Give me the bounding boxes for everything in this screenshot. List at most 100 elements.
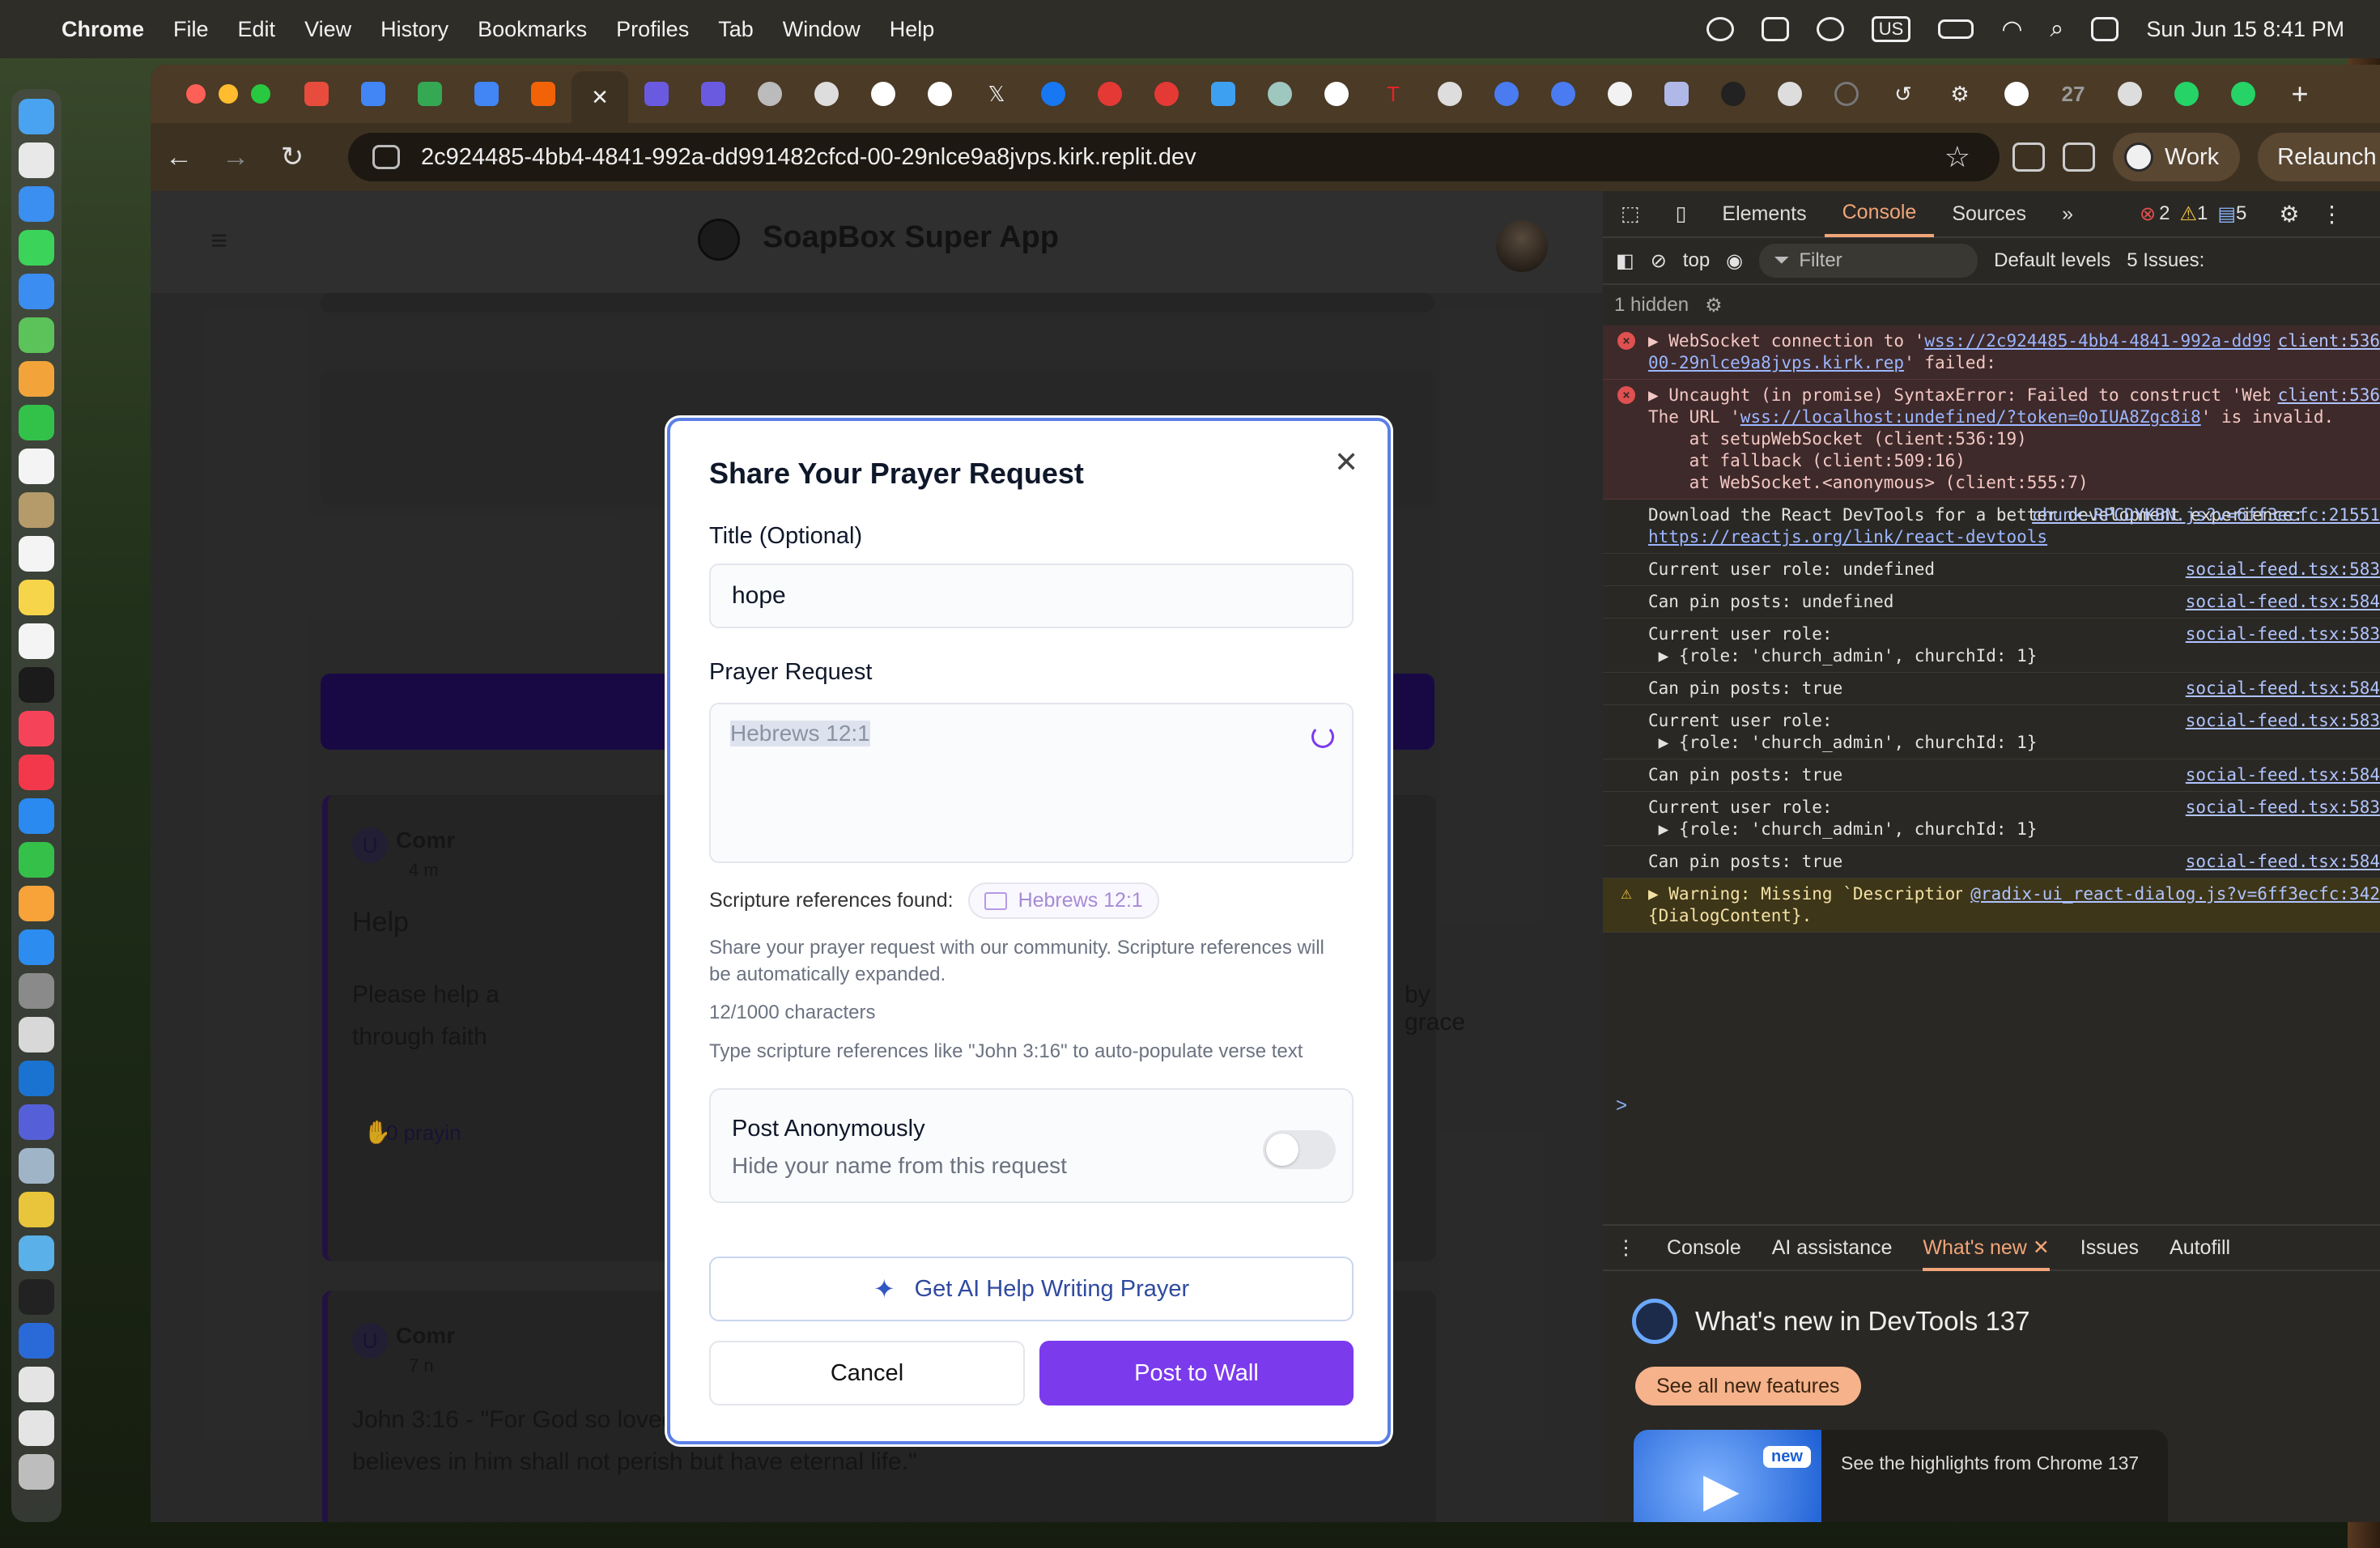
menu-edit[interactable]: Edit (238, 17, 276, 42)
dock-app-icon[interactable] (19, 1235, 54, 1271)
dock-calendar-icon[interactable] (19, 449, 54, 484)
control-center-icon[interactable] (2091, 17, 2119, 41)
close-drawer-tab-icon[interactable]: ✕ (2033, 1236, 2050, 1259)
status-app-icon[interactable] (1706, 17, 1734, 41)
dock-appstore-icon[interactable] (19, 929, 54, 965)
tab-github[interactable] (1592, 71, 1648, 117)
issues-count[interactable]: 5 Issues: (2127, 249, 2204, 272)
tab-replit[interactable] (515, 71, 572, 117)
log-levels-select[interactable]: Default levels (1994, 249, 2110, 272)
tab-g-app[interactable] (1648, 71, 1705, 117)
console-log-row[interactable]: × ▶ Uncaught (in promise) SyntaxError: Fa… (1603, 380, 2380, 500)
drawer-menu-icon[interactable]: ⋮ (1616, 1235, 1636, 1260)
tab-sources[interactable]: Sources (1934, 191, 2044, 237)
menu-profiles[interactable]: Profiles (616, 17, 689, 42)
tab-gmail[interactable] (288, 71, 345, 117)
tab-settings[interactable]: ⚙ (1932, 71, 1988, 117)
tab-whatsapp-2[interactable] (2215, 71, 2272, 117)
menu-help[interactable]: Help (890, 17, 935, 42)
battery-icon[interactable] (1938, 19, 1974, 39)
console-log-row[interactable]: Current user role: undefined social-feed.… (1603, 554, 2380, 586)
dock-pages-icon[interactable] (19, 886, 54, 921)
title-input[interactable]: hope (709, 563, 1354, 628)
devtools-settings-icon[interactable]: ⚙ (2279, 201, 2299, 228)
drawer-tab-ai-assistance[interactable]: AI assistance (1772, 1236, 1893, 1260)
inspect-element-icon[interactable]: ⬚ (1603, 191, 1658, 237)
tab-google-3[interactable] (1308, 71, 1365, 117)
sidebar-toggle-icon[interactable]: ◧ (1616, 249, 1634, 273)
dock-keynote-icon[interactable] (19, 798, 54, 834)
close-icon[interactable]: ✕ (1334, 445, 1358, 479)
url-text[interactable]: 2c924485-4bb4-4841-992a-dd991482cfcd-00-… (421, 144, 1944, 171)
menu-bookmarks[interactable]: Bookmarks (478, 17, 587, 42)
tab-red-2[interactable] (1138, 71, 1195, 117)
tab-bug-app[interactable] (1762, 71, 1818, 117)
drawer-tab-issues[interactable]: Issues (2080, 1236, 2139, 1260)
device-toolbar-icon[interactable]: ▯ (1658, 191, 1705, 237)
tab-whatsapp[interactable] (2158, 71, 2215, 117)
dock-reminders-icon[interactable] (19, 536, 54, 572)
site-info-icon[interactable] (372, 145, 400, 169)
dock-settings-icon[interactable] (19, 973, 54, 1009)
tab-console[interactable]: Console (1824, 191, 1935, 237)
console-log-source-link[interactable]: social-feed.tsx:583 (2178, 623, 2380, 645)
message-count[interactable]: 5 (2236, 202, 2246, 225)
console-log-row[interactable]: Can pin posts: undefined social-feed.tsx:… (1603, 586, 2380, 619)
tab-openai-2[interactable] (1422, 71, 1478, 117)
dock-documents-icon[interactable] (19, 1367, 54, 1402)
dock-safari-icon[interactable] (19, 186, 54, 222)
dock-news-icon[interactable] (19, 755, 54, 790)
wifi-icon[interactable]: ◠ (2001, 15, 2022, 44)
tab-active-close[interactable]: ✕ (572, 71, 628, 123)
minimize-window-icon[interactable] (219, 84, 238, 104)
tab-google-2[interactable] (912, 71, 968, 117)
console-log-row[interactable]: Can pin posts: true social-feed.tsx:584 (1603, 759, 2380, 792)
post-to-wall-button[interactable]: Post to Wall (1039, 1341, 1354, 1406)
dock-photos-icon[interactable] (19, 361, 54, 397)
tab-x[interactable]: 𝕏 (968, 71, 1025, 117)
relaunch-button[interactable]: Relaunch to update (2258, 133, 2380, 181)
close-tab-icon[interactable]: ✕ (591, 85, 609, 110)
zoom-window-icon[interactable] (251, 84, 270, 104)
tab-shield[interactable] (2102, 71, 2158, 117)
dock-music-icon[interactable] (19, 711, 54, 746)
tab-google[interactable] (855, 71, 912, 117)
reload-icon[interactable]: ↻ (264, 141, 321, 173)
console-log-source-link[interactable]: client:536 (2269, 330, 2380, 352)
tab-blue-1[interactable] (1478, 71, 1535, 117)
console-log-row[interactable]: Can pin posts: true social-feed.tsx:584 (1603, 673, 2380, 705)
ai-help-button[interactable]: ✦ Get AI Help Writing Prayer (709, 1257, 1354, 1321)
menu-history[interactable]: History (380, 17, 448, 42)
dock-tv-icon[interactable] (19, 667, 54, 703)
tab-red-1[interactable] (1082, 71, 1138, 117)
tab-blue-squares[interactable] (1195, 71, 1252, 117)
menu-file[interactable]: File (173, 17, 209, 42)
context-select[interactable]: top (1683, 249, 1710, 272)
console-log-source-link[interactable]: social-feed.tsx:584 (2178, 591, 2380, 613)
dock-launchpad-icon[interactable] (19, 142, 54, 178)
tab-tesla[interactable]: T (1365, 71, 1422, 117)
tab-elements[interactable]: Elements (1704, 191, 1824, 237)
console-log-link[interactable]: https://reactjs.org/link/react-devtools (1648, 527, 2047, 546)
error-count-icon[interactable]: ⊗ (2140, 202, 2156, 226)
devtools-more-icon[interactable]: ⋮ (2320, 201, 2343, 228)
tab-chrome[interactable] (742, 71, 798, 117)
dock-teams-icon[interactable] (19, 1104, 54, 1140)
dock-trash-icon[interactable] (19, 1454, 54, 1490)
tab-blue-2[interactable] (1535, 71, 1592, 117)
profile-button[interactable]: Work (2113, 133, 2241, 181)
console-log-source-link[interactable]: social-feed.tsx:583 (2178, 710, 2380, 732)
anonymous-switch[interactable] (1263, 1130, 1336, 1169)
tab-s-app[interactable] (628, 71, 685, 117)
tab-docs[interactable] (345, 71, 402, 117)
tab-loading[interactable] (1818, 71, 1875, 117)
console-log-source-link[interactable]: @radix-ui_react-dialog.js?v=6ff3ecfc:342 (1962, 883, 2380, 905)
console-log-row[interactable]: Download the React DevTools for a better… (1603, 500, 2380, 554)
message-count-icon[interactable]: ▤ (2217, 202, 2236, 226)
console-log-row[interactable]: Current user role: ▶ {role: 'church_admi… (1603, 792, 2380, 846)
bookmark-star-icon[interactable]: ☆ (1944, 140, 1970, 174)
dock-freeform-icon[interactable] (19, 623, 54, 659)
chrome-highlights-card[interactable]: new ▶ See the highlights from Chrome 137 (1634, 1430, 2168, 1522)
console-log-source-link[interactable]: chunk-RPCDYKBN.js?v=6ff3ecfc:21551 (2024, 504, 2380, 526)
console-log-source-link[interactable]: social-feed.tsx:584 (2178, 851, 2380, 873)
